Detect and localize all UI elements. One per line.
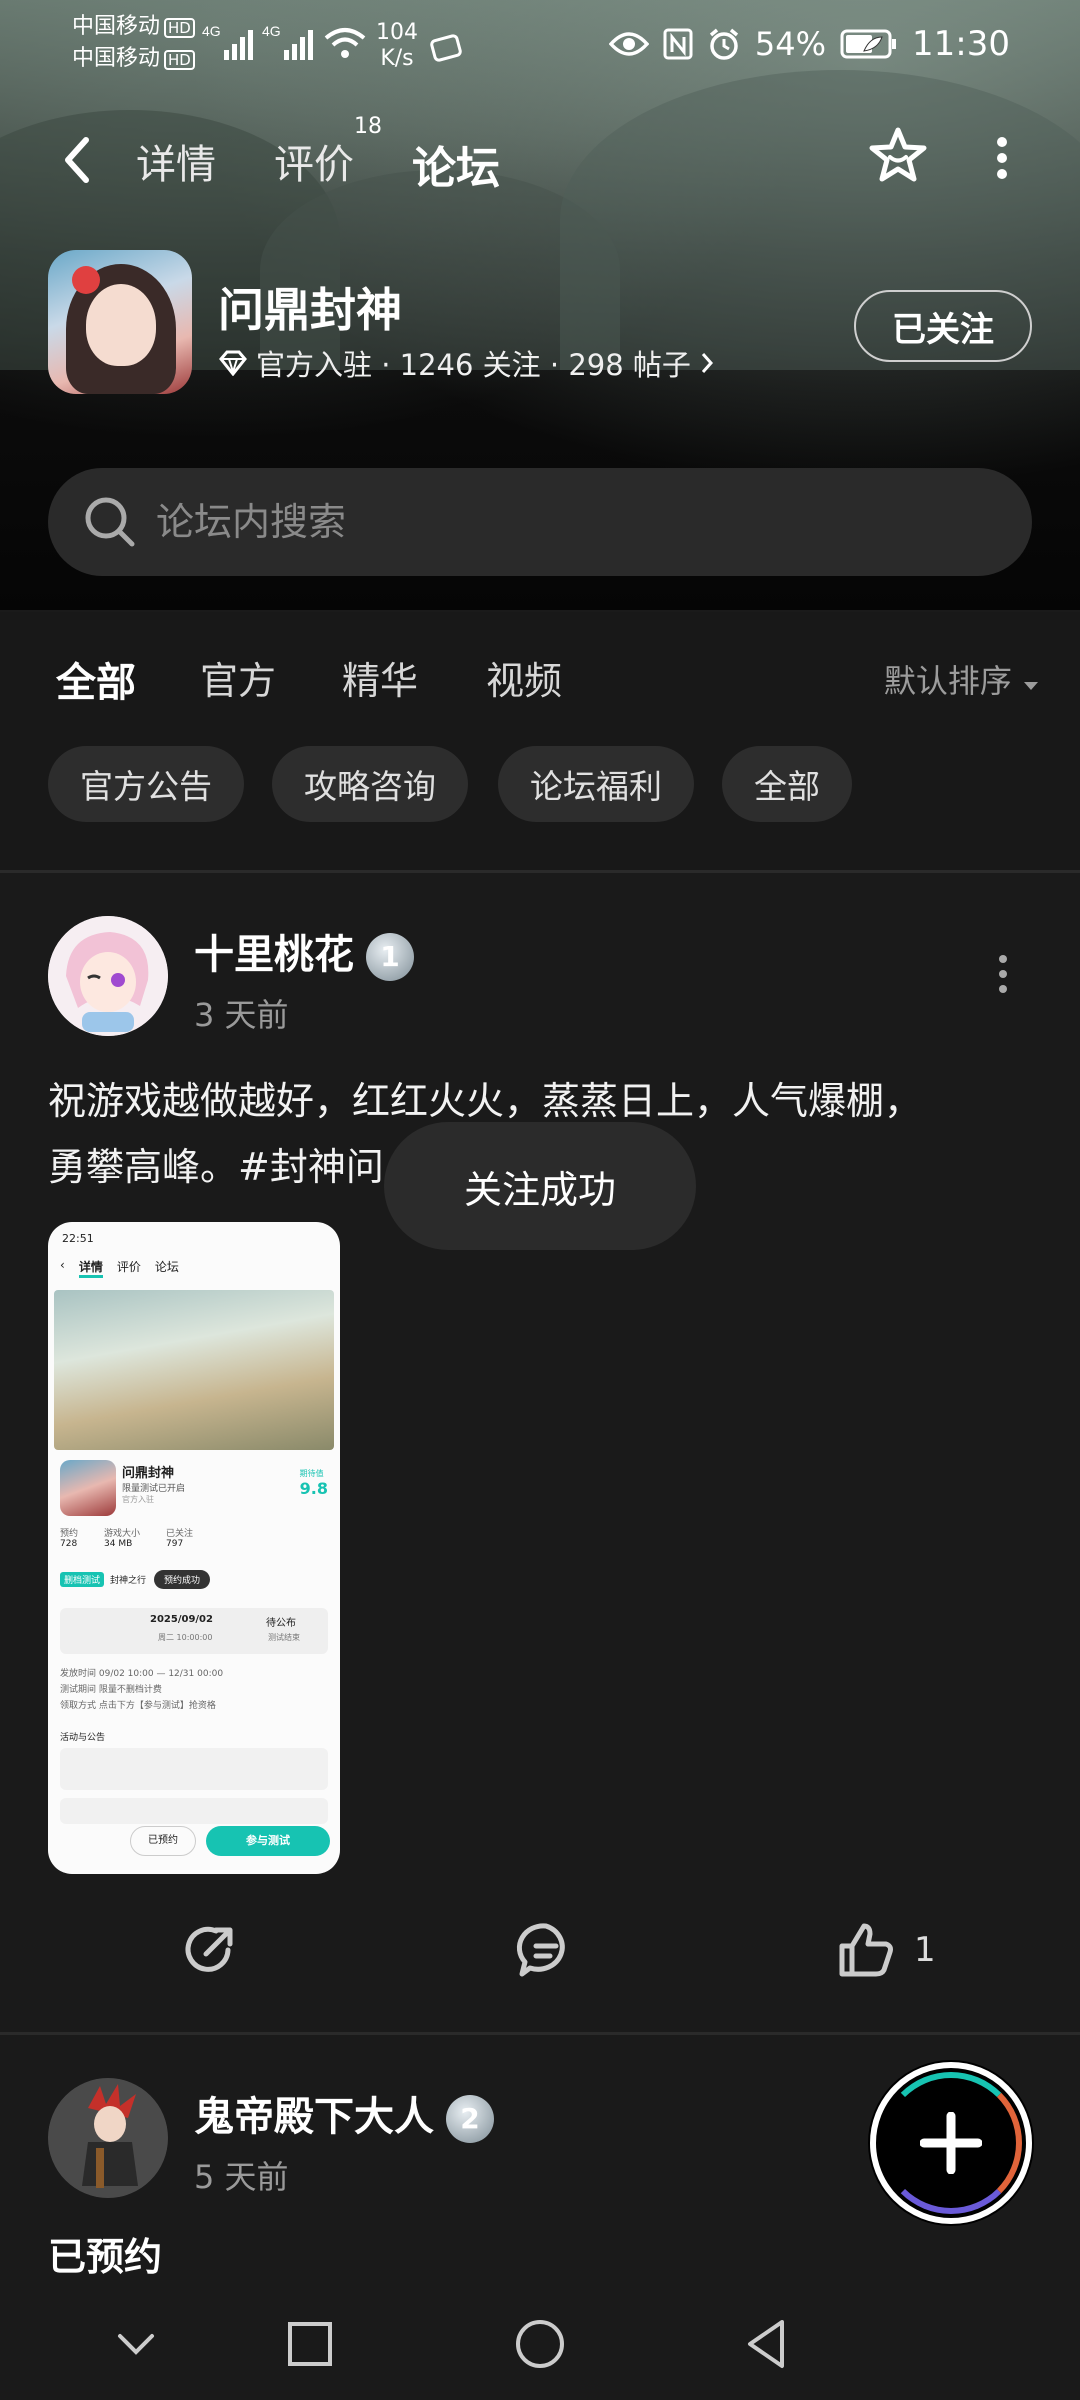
- game-meta[interactable]: 官方入驻 · 1246 关注 · 298 帖子: [218, 342, 715, 384]
- top-nav: 详情 评价 18 论坛: [0, 114, 1080, 202]
- filter-tab-featured[interactable]: 精华: [342, 650, 418, 705]
- carrier-2: 中国移动 HD: [72, 46, 195, 72]
- thumb-activity: 活动与公告: [60, 1733, 106, 1743]
- game-icon[interactable]: [48, 250, 192, 394]
- like-icon[interactable]: [836, 1920, 896, 1980]
- thumb-game-icon: [60, 1460, 116, 1516]
- comment-icon[interactable]: [516, 1920, 576, 1980]
- search-input[interactable]: [156, 468, 976, 576]
- svg-text:4G: 4G: [202, 23, 221, 39]
- avatar[interactable]: [48, 2078, 168, 2198]
- tab-forum[interactable]: 论坛: [408, 132, 504, 202]
- status-bar: 中国移动 HD 中国移动 HD 4G 4G 104 K/s 54% 11:30: [0, 0, 1080, 90]
- post-actions: 1: [0, 1920, 1080, 1990]
- share-icon[interactable]: [180, 1920, 240, 1980]
- thumb-stats: 预约 728 游戏大小 34 MB 已关注 797: [60, 1529, 194, 1549]
- avatar[interactable]: [48, 916, 168, 1036]
- filter-tab-all[interactable]: 全部: [54, 650, 138, 712]
- eye-icon: [608, 32, 649, 56]
- forum-search-bar[interactable]: [48, 468, 1032, 576]
- thumb-game-name: 问鼎封神 限量测试已开启 官方入驻: [122, 1466, 186, 1504]
- wifi-icon: [324, 26, 366, 68]
- alarm-icon: [709, 28, 739, 60]
- favorite-star-icon[interactable]: [866, 124, 930, 188]
- post-time: 3 天前: [194, 996, 289, 1034]
- thumb-score: 期待值 9.8: [299, 1469, 328, 1498]
- network-speed: 104 K/s: [376, 20, 418, 71]
- chip-welfare[interactable]: 论坛福利: [498, 746, 694, 822]
- carrier-1: 中国移动 HD: [72, 14, 195, 40]
- back-triangle-icon[interactable]: [738, 2314, 798, 2374]
- home-circle-icon[interactable]: [510, 2314, 570, 2374]
- thumb-notice-2: [60, 1798, 328, 1824]
- chip-announcement[interactable]: 官方公告: [48, 746, 244, 822]
- chip-all[interactable]: 全部: [722, 746, 852, 822]
- thumb-notice-1: [60, 1748, 328, 1790]
- nfc-icon: [663, 28, 693, 60]
- filter-tab-official[interactable]: 官方: [200, 650, 276, 705]
- create-post-button[interactable]: [870, 2062, 1032, 2224]
- plus-icon: [920, 2112, 982, 2174]
- game-title: 问鼎封神: [218, 283, 402, 337]
- divider: [0, 870, 1080, 873]
- thumb-reserved: 已预约: [130, 1826, 196, 1856]
- system-nav-bar: [0, 2290, 1080, 2400]
- tab-detail[interactable]: 详情: [136, 132, 216, 190]
- thumb-nav: ‹ 详情 评价 论坛: [60, 1258, 179, 1278]
- like-count: 1: [914, 1930, 936, 1970]
- collapse-chevron-icon[interactable]: [106, 2314, 166, 2374]
- status-right: 54% 11:30: [608, 24, 1010, 64]
- level-badge-icon: 2: [446, 2095, 494, 2143]
- post-author[interactable]: 十里桃花 1: [194, 922, 414, 981]
- battery-icon: [840, 29, 897, 59]
- signal-icon-1: 4G: [202, 22, 256, 68]
- notification-icon: [430, 30, 464, 66]
- search-icon: [85, 497, 135, 547]
- caret-down-icon: [1024, 682, 1038, 690]
- filter-section: 全部 官方 精华 视频 默认排序 官方公告 攻略咨询 论坛福利 全部: [0, 612, 1080, 870]
- review-count-badge: 18: [354, 114, 382, 139]
- sort-dropdown[interactable]: 默认排序: [884, 656, 1040, 702]
- more-options-icon[interactable]: [996, 136, 1008, 180]
- game-info: 问鼎封神 官方入驻 · 1246 关注 · 298 帖子 已关注: [48, 250, 1032, 400]
- signal-icon-2: 4G: [262, 22, 316, 68]
- tab-review[interactable]: 评价 18: [274, 114, 382, 190]
- post-image[interactable]: 22:51 ‹ 详情 评价 论坛 问鼎封神 限量测试已开启 官方入驻 期待值 9…: [48, 1222, 340, 1874]
- toast-message: 关注成功: [384, 1122, 696, 1250]
- post-more-icon[interactable]: [998, 954, 1008, 994]
- diamond-icon: [219, 350, 247, 376]
- post-content[interactable]: 已预约: [48, 2226, 162, 2281]
- thumb-date-card: 2025/09/02 周二 10:00:00 待公布 测试结束: [60, 1608, 328, 1654]
- chip-guide[interactable]: 攻略咨询: [272, 746, 468, 822]
- divider: [0, 2032, 1080, 2035]
- recents-square-icon[interactable]: [280, 2314, 340, 2374]
- post-time: 5 天前: [194, 2158, 289, 2196]
- filter-tab-video[interactable]: 视频: [486, 650, 562, 705]
- thumb-join: 参与测试: [206, 1826, 330, 1856]
- thumb-test-row: 删档测试 封神之行 预约成功: [60, 1570, 211, 1589]
- back-arrow-icon[interactable]: [60, 130, 96, 190]
- followed-button[interactable]: 已关注: [854, 290, 1032, 362]
- thumb-artwork: [54, 1290, 334, 1450]
- post-author[interactable]: 鬼帝殿下大人 2: [194, 2084, 494, 2143]
- chevron-right-icon: [701, 353, 713, 373]
- svg-text:4G: 4G: [262, 23, 281, 39]
- level-badge-icon: 1: [366, 933, 414, 981]
- thumb-info: 发放时间 09/02 10:00 — 12/31 00:00 测试期间 限量不删…: [60, 1669, 224, 1711]
